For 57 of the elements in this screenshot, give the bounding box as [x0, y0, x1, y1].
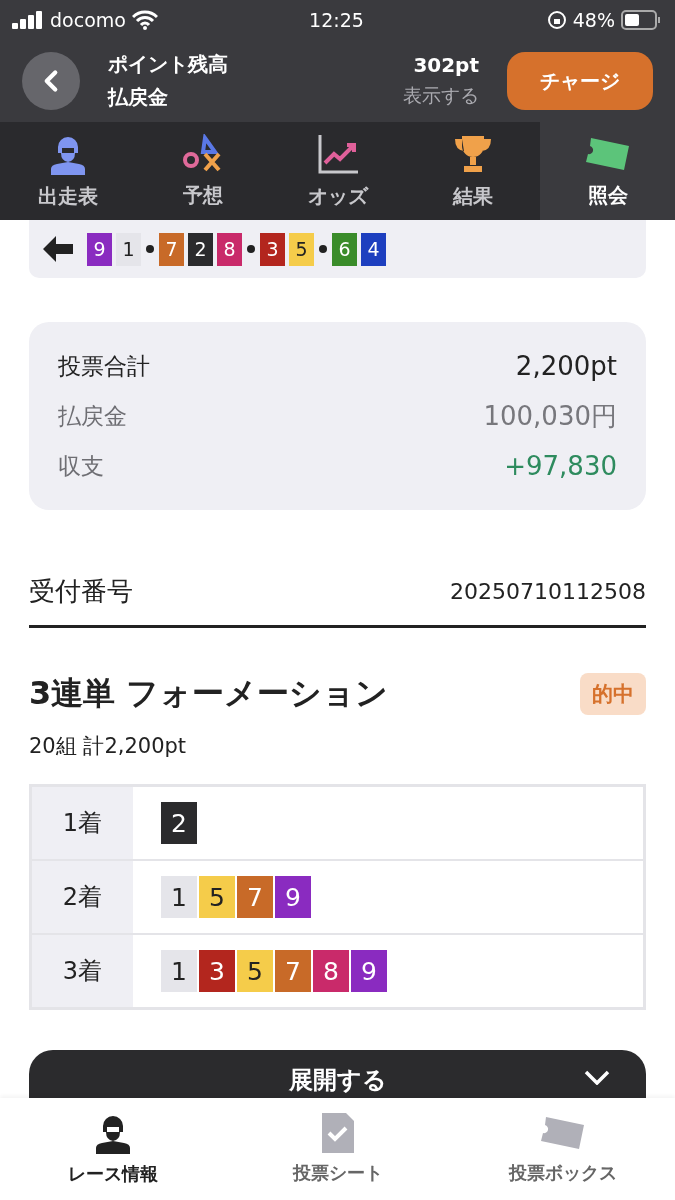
nav-tab[interactable]: 照会 — [540, 122, 675, 220]
separator-dot — [247, 245, 255, 253]
number-chip: 9 — [275, 876, 311, 918]
place-label: 3着 — [32, 935, 133, 1007]
number-chip: 7 — [237, 876, 273, 918]
summary-label: 払戻金 — [58, 401, 127, 431]
number-chip: 6 — [332, 232, 357, 266]
number-chip: 4 — [361, 232, 386, 266]
clock-time: 12:25 — [309, 9, 364, 31]
place-label: 2着 — [32, 861, 133, 933]
number-chip: 8 — [313, 950, 349, 992]
number-chip: 5 — [289, 232, 314, 266]
number-chip: 8 — [217, 232, 242, 266]
receipt-number: 20250710112508 — [450, 579, 646, 604]
number-chip: 3 — [199, 950, 235, 992]
bet-type-title: 3連単 フォーメーション — [29, 673, 389, 714]
number-chip: 5 — [237, 950, 273, 992]
number-chip: 7 — [275, 950, 311, 992]
number-chip: 5 — [199, 876, 235, 918]
number-chip: 1 — [161, 950, 197, 992]
summary-value: 2,200pt — [515, 351, 617, 381]
receipt-label: 受付番号 — [29, 575, 133, 608]
wifi-icon — [131, 10, 158, 30]
number-chip: 2 — [188, 232, 213, 266]
number-chip: 9 — [87, 232, 112, 266]
checked-sheet-icon — [321, 1113, 354, 1153]
reveal-link[interactable]: 表示する — [403, 83, 479, 109]
battery-percent: 48% — [572, 9, 615, 31]
carrier-name: docomo — [50, 9, 126, 31]
number-chip: 1 — [116, 232, 141, 266]
chevron-down-icon — [584, 1070, 610, 1085]
back-arrow-icon — [43, 236, 73, 262]
number-chip: 7 — [159, 232, 184, 266]
bet-summary: 20組 計2,200pt — [29, 733, 188, 760]
summary-value: +97,830 — [504, 451, 617, 481]
number-chip: 3 — [260, 232, 285, 266]
nav-tab[interactable]: 結果 — [405, 122, 540, 220]
points-value: 302pt — [413, 53, 479, 77]
separator-dot — [146, 245, 154, 253]
signal-icon — [12, 11, 44, 29]
hit-badge: 的中 — [580, 673, 646, 715]
place-label: 1着 — [32, 787, 133, 859]
payout-title: 払戻金 — [108, 84, 169, 111]
nav-tab[interactable]: 予想 — [135, 122, 270, 220]
chart-icon — [316, 132, 359, 175]
summary-label: 収支 — [58, 451, 104, 481]
summary-label: 投票合計 — [58, 351, 150, 381]
number-chip: 1 — [161, 876, 197, 918]
nav-tab[interactable]: 出走表 — [0, 122, 135, 220]
number-chip: 2 — [161, 802, 197, 844]
separator-dot — [319, 245, 327, 253]
battery-icon — [621, 10, 661, 30]
nav-tab[interactable]: オッズ — [270, 122, 405, 220]
number-chip: 9 — [351, 950, 387, 992]
balance-title: ポイント残高 — [108, 51, 229, 78]
summary-value: 100,030円 — [483, 399, 617, 433]
rotation-lock-icon — [546, 10, 567, 30]
